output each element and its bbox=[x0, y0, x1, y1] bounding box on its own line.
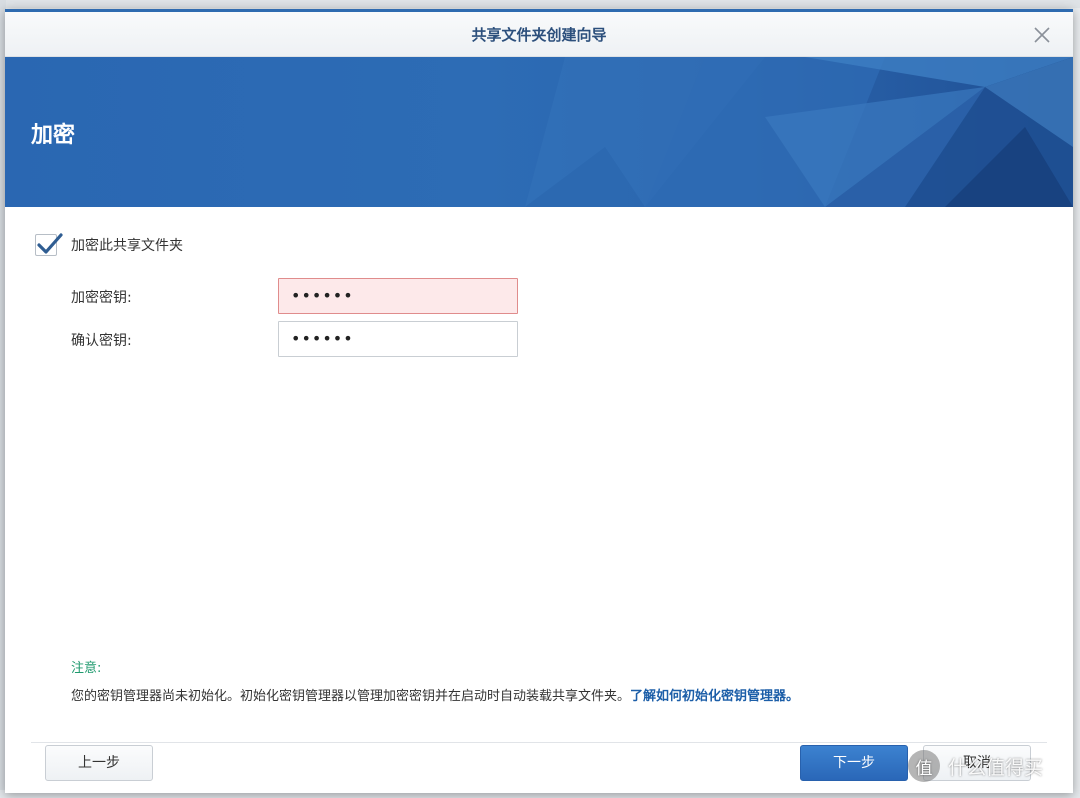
site-watermark: 值 什么值得买 bbox=[908, 750, 1043, 782]
checkmark-icon bbox=[37, 233, 63, 254]
wizard-content: 加密此共享文件夹 加密密钥: •••••• 确认密钥: •••••• 注意: 您… bbox=[5, 207, 1073, 793]
step-heading: 加密 bbox=[31, 123, 76, 148]
window-title: 共享文件夹创建向导 bbox=[471, 26, 607, 44]
previous-button[interactable]: 上一步 bbox=[45, 745, 153, 781]
encryption-key-input[interactable]: •••••• bbox=[278, 278, 518, 314]
close-button[interactable] bbox=[1031, 24, 1053, 46]
key-manager-help-link[interactable]: 了解如何初始化密钥管理器。 bbox=[630, 689, 799, 704]
confirm-key-input[interactable]: •••••• bbox=[278, 321, 518, 357]
close-icon bbox=[1034, 27, 1050, 43]
next-button[interactable]: 下一步 bbox=[800, 745, 908, 781]
encrypt-folder-label: 加密此共享文件夹 bbox=[71, 238, 183, 254]
wizard-dialog: 共享文件夹创建向导 加密 加密此共享文件夹 加密密钥: •••••• 确认密钥:… bbox=[5, 9, 1073, 793]
background-strip bbox=[0, 0, 1080, 8]
note-text: 您的密钥管理器尚未初始化。初始化密钥管理器以管理加密密钥并在启动时自动装载共享文… bbox=[71, 685, 799, 704]
encrypt-folder-checkbox[interactable] bbox=[35, 233, 63, 256]
title-bar: 共享文件夹创建向导 bbox=[5, 12, 1073, 57]
watermark-logo-icon: 值 bbox=[908, 750, 940, 782]
encryption-key-label: 加密密钥: bbox=[71, 290, 132, 306]
note-title: 注意: bbox=[71, 661, 102, 676]
confirm-key-label: 确认密钥: bbox=[71, 333, 132, 349]
note-body: 您的密钥管理器尚未初始化。初始化密钥管理器以管理加密密钥并在启动时自动装载共享文… bbox=[71, 689, 631, 704]
step-banner: 加密 bbox=[5, 57, 1073, 207]
banner-pattern bbox=[525, 57, 1073, 207]
watermark-text: 什么值得买 bbox=[948, 756, 1044, 779]
encrypt-folder-checkbox-row[interactable]: 加密此共享文件夹 bbox=[35, 233, 183, 257]
footer-divider bbox=[31, 742, 1047, 743]
